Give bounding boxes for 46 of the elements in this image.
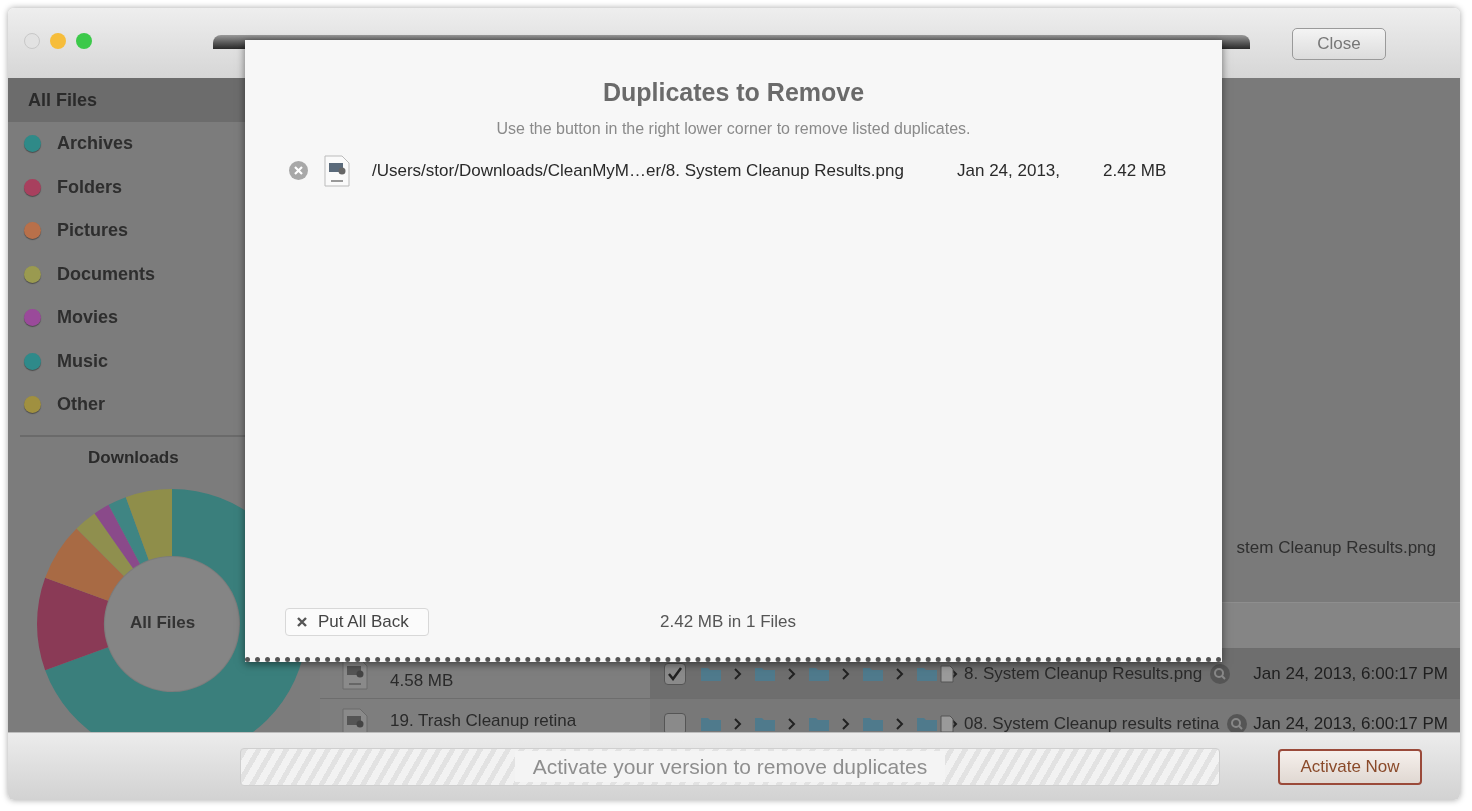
folder-icon [916, 665, 938, 682]
search-icon[interactable] [1210, 663, 1231, 684]
chevron-icon [896, 667, 904, 680]
activation-message-field: Activate your version to remove duplicates [240, 747, 1220, 786]
file-group-cell[interactable]: 19. Trash Cleanup retina [320, 699, 650, 732]
duplicate-path: /Users/stor/Downloads/CleanMyM…er/8. System Cleanup Results.png [372, 159, 905, 182]
minimize-window-icon[interactable] [50, 33, 66, 49]
folder-icon [808, 665, 830, 682]
duplicate-date: Jan 24, 2013, [957, 159, 1062, 182]
chevron-icon [788, 717, 796, 730]
chevron-icon [734, 667, 742, 680]
folder-icon [754, 665, 776, 682]
chart-center-label: All Files [130, 612, 196, 634]
chevron-icon [842, 667, 850, 680]
x-icon [296, 616, 308, 628]
put-all-back-button[interactable]: Put All Back [285, 608, 429, 636]
group-name: 19. Trash Cleanup retina [390, 709, 577, 732]
checkbox[interactable] [664, 662, 686, 685]
folder-icon [862, 665, 884, 682]
chevron-icon [842, 717, 850, 730]
chevron-icon [734, 717, 742, 730]
duplicate-size: 2.42 MB [1103, 159, 1167, 182]
checkbox[interactable] [664, 712, 686, 732]
png-file-icon [324, 154, 350, 187]
file-name: 8. System Cleanup Results.png [964, 662, 1203, 685]
close-window-icon[interactable] [24, 33, 40, 49]
summary-text: 2.42 MB in 1 Files [660, 611, 797, 634]
sheet-title: Duplicates to Remove [601, 77, 866, 108]
file-date: Jan 24, 2013, 6:00:17 PM [1253, 662, 1448, 685]
group-size: 4.58 MB [390, 669, 454, 692]
close-button[interactable]: Close [1292, 28, 1386, 60]
remove-icon[interactable] [289, 161, 308, 180]
document-icon [940, 714, 954, 732]
chevron-icon [788, 667, 796, 680]
sheet-subtitle: Use the button in the right lower corner to remove listed duplicates. [495, 118, 972, 139]
zoom-window-icon[interactable] [76, 33, 92, 49]
file-date: Jan 24, 2013, 6:00:17 PM [1253, 712, 1448, 732]
chevron-icon [896, 717, 904, 730]
file-detail-text: stem Cleanup Results.png [1236, 536, 1436, 559]
document-icon [940, 664, 954, 683]
search-icon[interactable] [1227, 713, 1248, 732]
file-name: 08. System Cleanup results retina [964, 712, 1220, 732]
activate-now-button[interactable]: Activate Now [1278, 748, 1422, 785]
chart-title: Downloads [87, 446, 180, 469]
folder-icon [700, 665, 722, 682]
png-file-icon [342, 707, 368, 732]
